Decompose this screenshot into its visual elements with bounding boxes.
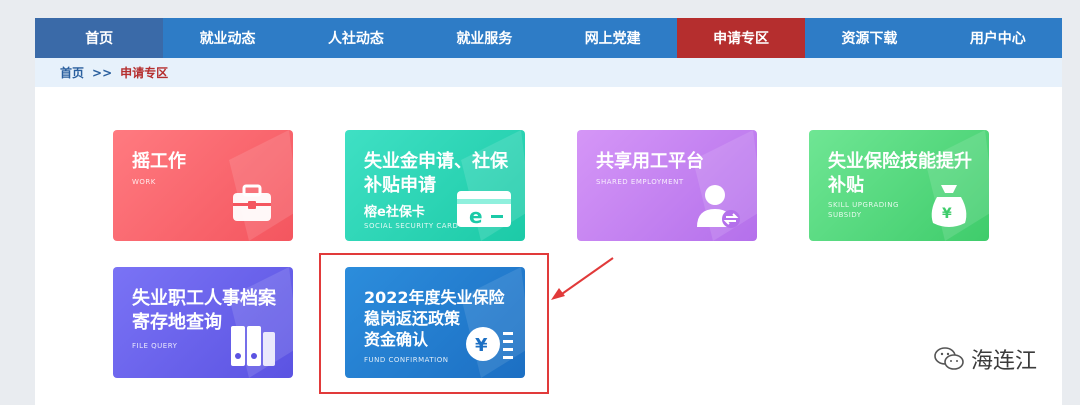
user-exchange-icon — [697, 185, 740, 228]
nav-party-building[interactable]: 网上党建 — [549, 18, 677, 58]
nav-employment-news[interactable]: 就业动态 — [163, 18, 291, 58]
tile-file-query[interactable]: 失业职工人事档案 寄存地查询 File query — [113, 267, 293, 378]
tile-subtitle: WORK — [132, 178, 156, 186]
red-arrow-icon — [551, 257, 614, 300]
nav-user-center[interactable]: 用户中心 — [934, 18, 1062, 58]
nav-employment-service[interactable]: 就业服务 — [420, 18, 548, 58]
tile-subtitle: Shared employment — [596, 178, 684, 186]
tile-shared-employment[interactable]: 共享用工平台 Shared employment — [577, 130, 757, 241]
money-bag-icon: ¥ — [931, 185, 967, 227]
nav-application-zone[interactable]: 申请专区 — [676, 18, 806, 64]
nav-home[interactable]: 首页 — [35, 18, 164, 64]
tile-title: 摇工作 — [132, 151, 186, 172]
tile-shake-job[interactable]: 摇工作 WORK — [113, 130, 293, 241]
social-security-card-icon: e — [457, 191, 511, 228]
file-binders-icon — [231, 326, 275, 366]
breadcrumb-separator: >> — [92, 65, 113, 80]
tile-unemployment-benefit[interactable]: 失业金申请、社保 补贴申请 榕e社保卡 Social security card… — [345, 130, 525, 241]
highlight-box — [319, 253, 549, 394]
tile-subtitle: File query — [132, 342, 178, 350]
watermark-text: 海连江 — [971, 349, 1038, 374]
watermark: 海连江 — [933, 343, 1037, 375]
briefcase-icon — [233, 184, 271, 221]
svg-text:¥: ¥ — [942, 206, 952, 222]
page: 首页 就业动态 人社动态 就业服务 网上党建 申请专区 资源下载 用户中心 首页… — [35, 18, 1062, 405]
breadcrumb-home[interactable]: 首页 — [60, 64, 84, 81]
tile-extra-label: 榕e社保卡 — [364, 205, 425, 220]
main-nav: 首页 就业动态 人社动态 就业服务 网上党建 申请专区 资源下载 用户中心 — [35, 18, 1062, 64]
svg-text:e: e — [469, 204, 483, 228]
breadcrumb-current: 申请专区 — [120, 66, 169, 80]
tile-subtitle: Social security card — [364, 222, 459, 230]
nav-hr-news[interactable]: 人社动态 — [292, 18, 420, 58]
tile-title: 共享用工平台 — [596, 151, 704, 172]
tile-subtitle: Skill upgrading subsidy — [828, 201, 899, 219]
nav-downloads[interactable]: 资源下载 — [805, 18, 933, 58]
breadcrumb: 首页 >> 申请专区 — [35, 58, 1062, 87]
wechat-icon — [934, 347, 964, 370]
tile-skill-subsidy[interactable]: 失业保险技能提升 补贴 Skill upgrading subsidy ¥ — [809, 130, 989, 241]
